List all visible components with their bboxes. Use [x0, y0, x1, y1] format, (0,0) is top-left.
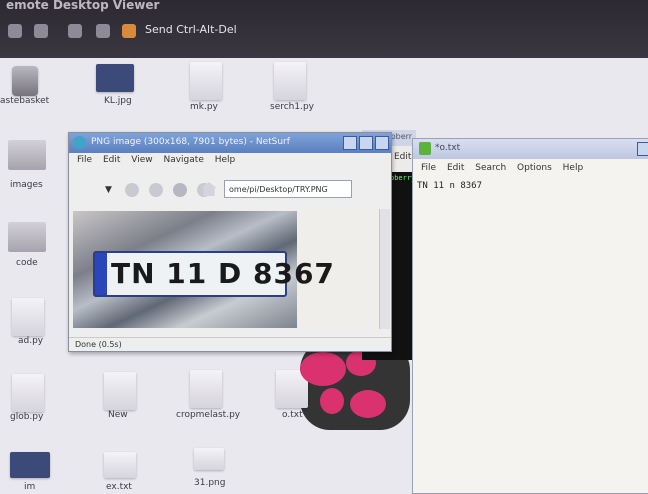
maximize-button[interactable]	[359, 136, 373, 150]
desktop-icon-label: 31.png	[194, 478, 226, 488]
menu-options[interactable]: Options	[517, 163, 552, 173]
netsurf-titlebar[interactable]: PNG image (300x168, 7901 bytes) - NetSur…	[69, 133, 391, 153]
desktop-icon-label: KL.jpg	[104, 96, 132, 106]
desktop-icon-label: images	[10, 180, 43, 190]
netsurf-menubar: File Edit View Navigate Help	[69, 155, 391, 171]
fullscreen-icon[interactable]	[68, 24, 82, 38]
file-icon	[12, 374, 44, 412]
menu-help[interactable]: Help	[215, 155, 236, 165]
desktop-icon-label: mk.py	[190, 102, 218, 112]
dropdown-arrow-icon[interactable]: ▼	[105, 185, 112, 195]
desktop-icon-label: ad.py	[18, 336, 44, 346]
netsurf-title: PNG image (300x168, 7901 bytes) - NetSur…	[91, 137, 290, 147]
raspberry-logo	[300, 352, 346, 386]
file-icon	[104, 452, 136, 478]
file-icon	[190, 370, 222, 408]
screenshot-icon[interactable]	[34, 24, 48, 38]
folder-icon	[8, 140, 46, 170]
netsurf-icon	[73, 136, 86, 149]
status-bar: Done (0.5s)	[69, 337, 391, 352]
file-icon	[104, 372, 136, 410]
close-button[interactable]	[375, 136, 389, 150]
plate-number: TN 11 D 8367	[111, 257, 335, 290]
settings-icon[interactable]	[96, 24, 110, 38]
desktop-icon-label: code	[16, 258, 38, 268]
image-file-icon	[194, 448, 224, 470]
desktop-icon-label: ex.txt	[106, 482, 132, 492]
license-plate-image: TN 11 D 8367	[73, 211, 334, 328]
vertical-scrollbar[interactable]	[379, 209, 390, 329]
image-file-icon	[96, 64, 134, 92]
netsurf-content: TN 11 D 8367	[71, 209, 377, 329]
menu-edit[interactable]: Edit	[447, 163, 464, 173]
trash-icon	[12, 66, 38, 96]
send-keys-icon[interactable]	[122, 24, 136, 38]
editor-menubar: File Edit Search Options Help	[413, 163, 648, 177]
editor-title: *o.txt	[435, 143, 461, 153]
back-icon[interactable]	[125, 183, 139, 197]
image-file-icon	[10, 452, 50, 478]
desktop-icon-label: glob.py	[10, 412, 44, 422]
netsurf-toolbar: ▼ ome/pi/Desktop/TRY.PNG	[69, 177, 391, 203]
send-ctrl-alt-del-button[interactable]: Send Ctrl-Alt-Del	[145, 23, 237, 36]
desktop-icon-label: o.txt	[282, 410, 303, 420]
minimize-button[interactable]	[637, 142, 648, 156]
desktop-icon-label: im	[24, 482, 36, 492]
folder-icon	[8, 222, 46, 252]
file-icon	[190, 62, 222, 100]
file-icon	[12, 298, 44, 336]
connect-icon[interactable]	[8, 24, 22, 38]
terminal-menu-edit[interactable]: Edit	[394, 152, 411, 162]
menu-edit[interactable]: Edit	[103, 155, 120, 165]
minimize-button[interactable]	[343, 136, 357, 150]
remote-desktop-toolbar: emote Desktop Viewer Send Ctrl-Alt-Del	[0, 0, 648, 58]
editor-text-area[interactable]: TN 11 n 8367	[417, 181, 482, 191]
license-plate: TN 11 D 8367	[93, 251, 334, 297]
plate-ind-strip	[95, 253, 107, 295]
raspberry-logo	[320, 388, 344, 414]
window-title: emote Desktop Viewer	[6, 0, 160, 12]
menu-file[interactable]: File	[77, 155, 92, 165]
url-input[interactable]: ome/pi/Desktop/TRY.PNG	[224, 180, 352, 198]
menu-view[interactable]: View	[131, 155, 152, 165]
desktop-icon-label: serch1.py	[270, 102, 315, 112]
desktop-icon-label: astebasket	[0, 96, 50, 106]
desktop-icon-label: New	[108, 410, 128, 420]
menu-search[interactable]: Search	[475, 163, 506, 173]
leafpad-icon	[419, 142, 431, 155]
forward-icon[interactable]	[149, 183, 163, 197]
menu-file[interactable]: File	[421, 163, 436, 173]
status-text: Done (0.5s)	[75, 340, 122, 349]
file-icon	[274, 62, 306, 100]
text-editor-window[interactable]: *o.txt File Edit Search Options Help TN …	[412, 138, 648, 494]
raspberry-logo	[350, 390, 386, 418]
netsurf-window[interactable]: PNG image (300x168, 7901 bytes) - NetSur…	[68, 132, 392, 352]
editor-titlebar[interactable]: *o.txt	[413, 139, 648, 159]
desktop-icon-label: cropmelast.py	[176, 410, 241, 420]
menu-help[interactable]: Help	[563, 163, 584, 173]
menu-navigate[interactable]: Navigate	[163, 155, 203, 165]
